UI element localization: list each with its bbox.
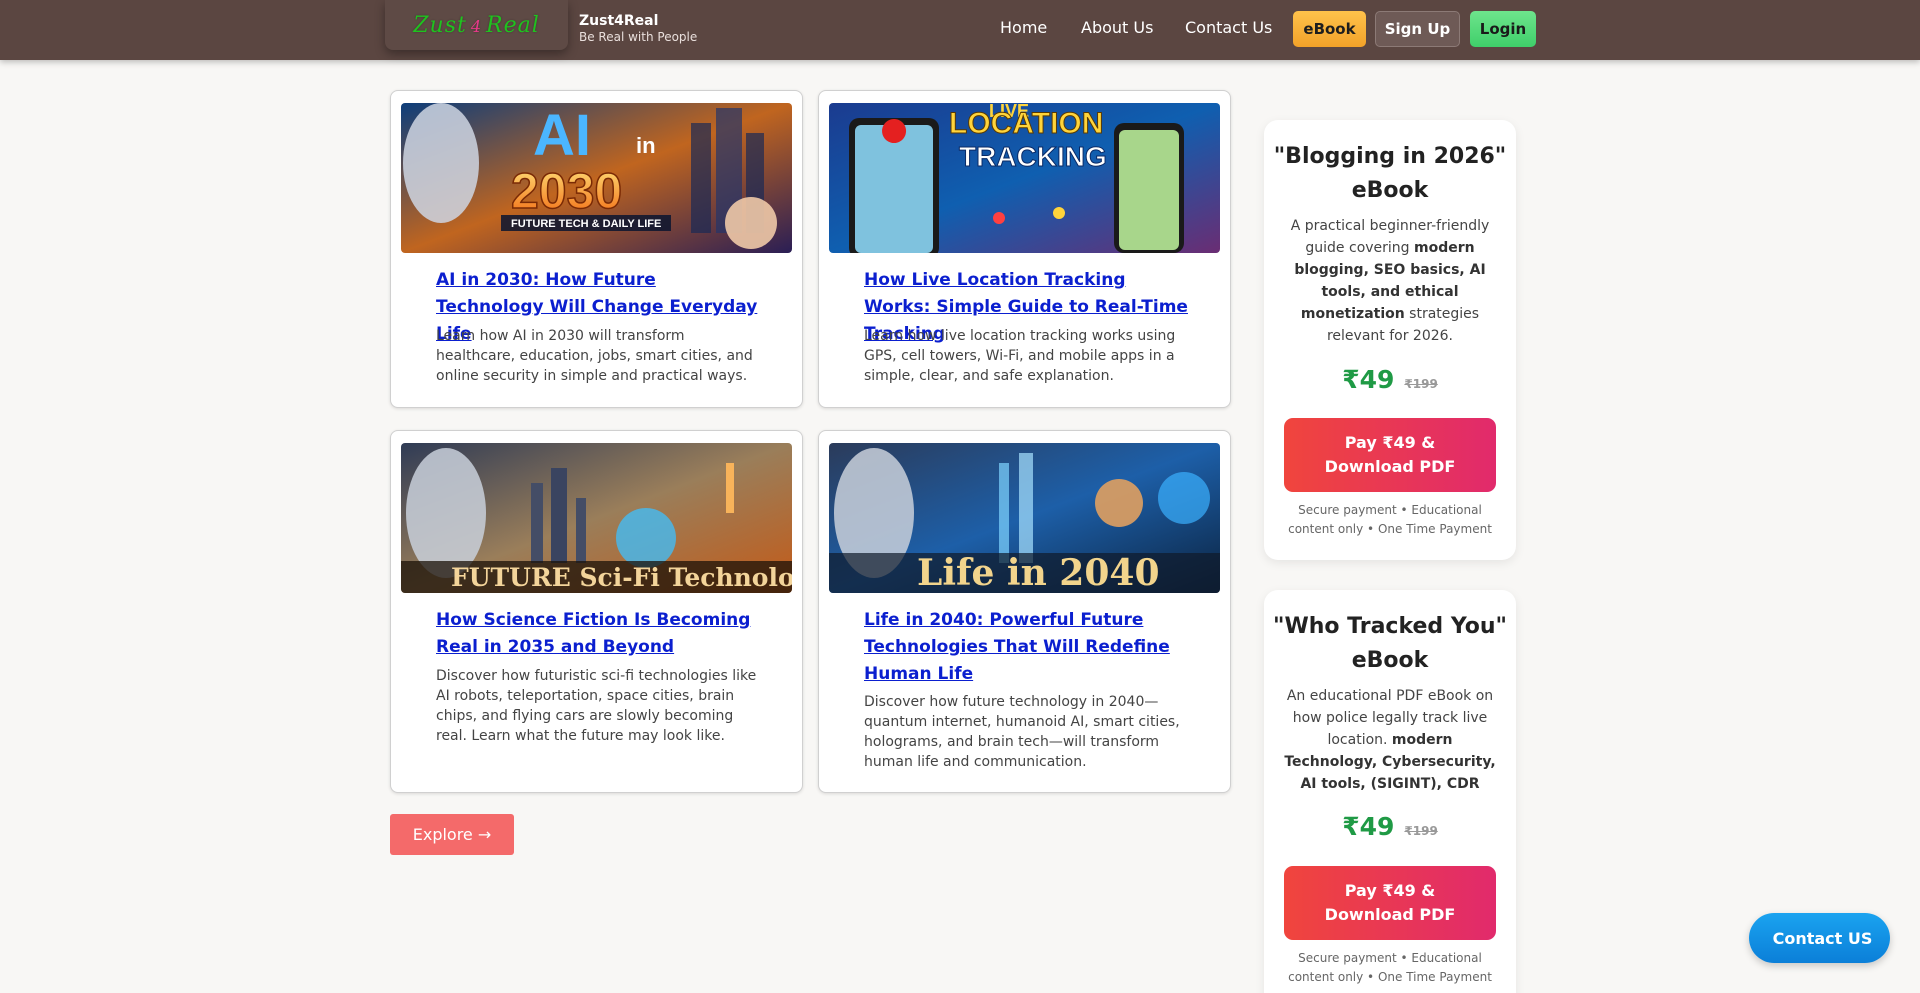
- ebook-card: "Who Tracked You" eBook An educational P…: [1264, 590, 1516, 993]
- contact-us-floating-button[interactable]: Contact US: [1749, 913, 1890, 963]
- ebook-title: "Who Tracked You" eBook: [1272, 614, 1507, 673]
- brand-block: Zust4Real Be Real with People: [579, 13, 697, 45]
- signup-button[interactable]: Sign Up: [1375, 11, 1460, 47]
- article-description: Learn how live location tracking works u…: [864, 328, 1176, 384]
- pay-download-button[interactable]: Pay ₹49 & Download PDF: [1284, 418, 1496, 492]
- thumbnail-text-tracking: TRACKING: [959, 141, 1107, 172]
- explore-button[interactable]: Explore →: [390, 814, 514, 855]
- article-description: Discover how futuristic sci-fi technolog…: [436, 668, 757, 744]
- ebook-description: A practical beginner-friendly guide cove…: [1284, 215, 1496, 347]
- ebook-price: ₹49 ₹199: [1264, 812, 1516, 841]
- article-card[interactable]: Life in 2040 Life in 2040: Powerful Futu…: [818, 430, 1231, 793]
- ebook-title: "Blogging in 2026" eBook: [1273, 144, 1507, 203]
- secure-payment-note: Secure payment • Educational content onl…: [1288, 503, 1492, 536]
- pay-download-button[interactable]: Pay ₹49 & Download PDF: [1284, 866, 1496, 940]
- nav-about-link[interactable]: About Us: [1081, 18, 1153, 37]
- article-thumbnail-scifi[interactable]: FUTURE Sci-Fi Technology: [401, 443, 792, 593]
- login-button[interactable]: Login: [1470, 11, 1536, 47]
- logo-text-right: Real: [486, 12, 540, 38]
- article-card[interactable]: FUTURE Sci-Fi Technology How Science Fic…: [390, 430, 803, 793]
- brand-name: Zust4Real: [579, 13, 659, 29]
- thumbnail-text-ai: AI: [533, 103, 591, 168]
- article-title-link[interactable]: Life in 2040: Powerful Future Technologi…: [864, 607, 1194, 688]
- article-card[interactable]: AI in 2030 FUTURE TECH & DAILY LIFE AI i…: [390, 90, 803, 408]
- thumbnail-caption: FUTURE TECH & DAILY LIFE: [511, 218, 661, 230]
- price-original: ₹199: [1404, 377, 1438, 391]
- price-original: ₹199: [1404, 824, 1438, 838]
- article-card[interactable]: LIVE LOCATION TRACKING How Live Location…: [818, 90, 1231, 408]
- secure-payment-note: Secure payment • Educational content onl…: [1288, 951, 1492, 984]
- article-thumbnail-location-tracking[interactable]: LIVE LOCATION TRACKING: [829, 103, 1220, 253]
- price-current: ₹49: [1342, 812, 1395, 841]
- article-title-link[interactable]: How Science Fiction Is Becoming Real in …: [436, 607, 766, 661]
- ebook-desc-text: An educational PDF eBook on how police l…: [1286, 688, 1494, 748]
- nav-home-link[interactable]: Home: [1000, 18, 1047, 37]
- logo-text-amp: 4: [470, 16, 483, 36]
- article-thumbnail-ai-2030[interactable]: AI in 2030 FUTURE TECH & DAILY LIFE: [401, 103, 792, 253]
- thumbnail-text-location: LOCATION: [949, 107, 1103, 140]
- brand-tagline: Be Real with People: [579, 30, 698, 44]
- ebook-description: An educational PDF eBook on how police l…: [1284, 685, 1496, 795]
- ebook-card: "Blogging in 2026" eBook A practical beg…: [1264, 120, 1516, 560]
- contact-us-label: Contact US: [1772, 928, 1873, 948]
- price-current: ₹49: [1342, 365, 1395, 394]
- thumbnail-caption: FUTURE Sci-Fi Technology: [451, 563, 792, 592]
- ebook-button[interactable]: eBook: [1293, 11, 1366, 47]
- thumbnail-caption: Life in 2040: [917, 552, 1160, 593]
- top-navbar: Zust 4 Real Zust4Real Be Real with People …: [0, 0, 1920, 60]
- thumbnail-text-year: 2030: [511, 163, 622, 219]
- nav-contact-link[interactable]: Contact Us: [1185, 18, 1272, 37]
- article-thumbnail-life-2040[interactable]: Life in 2040: [829, 443, 1220, 593]
- article-description: Discover how future technology in 2040—q…: [864, 694, 1180, 770]
- thumbnail-text-in: in: [636, 133, 656, 158]
- site-logo[interactable]: Zust 4 Real: [385, 0, 568, 50]
- ebook-price: ₹49 ₹199: [1264, 365, 1516, 394]
- logo-text-left: Zust: [413, 12, 467, 38]
- article-description: Learn how AI in 2030 will transform heal…: [436, 328, 753, 384]
